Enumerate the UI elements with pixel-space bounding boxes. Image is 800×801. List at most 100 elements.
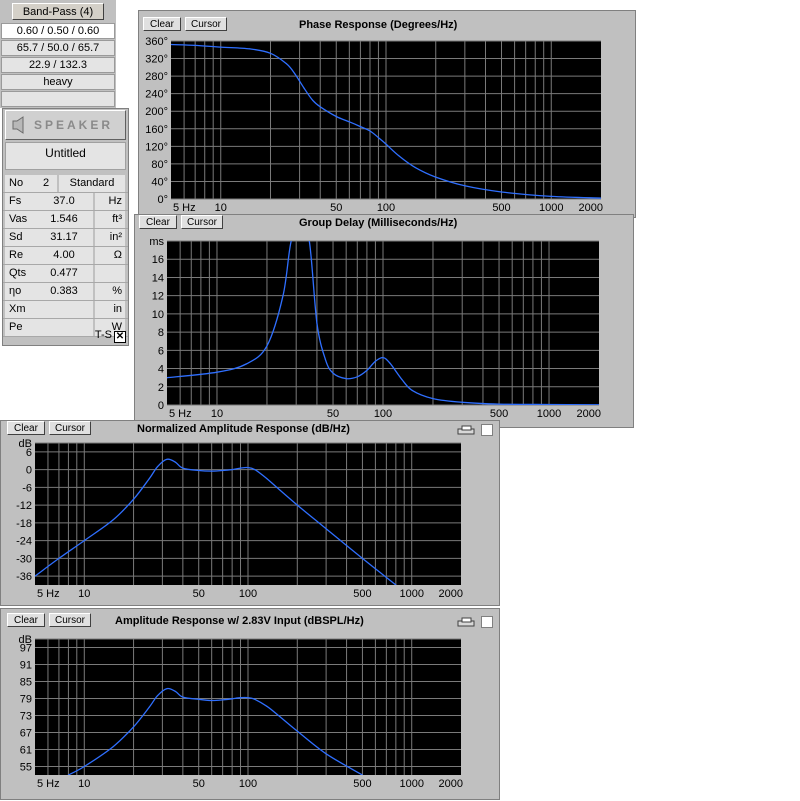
data-point (382, 357, 384, 359)
x-tick-label: 500 (490, 408, 508, 420)
y-tick-label: 61 (20, 745, 32, 757)
y-tick-label: -18 (16, 518, 32, 530)
y-tick-label: 85 (20, 677, 32, 689)
param-value-field[interactable]: 0.477 (35, 265, 93, 282)
y-tick-label: -24 (16, 536, 32, 548)
normalized-amplitude-chart[interactable]: dB60-6-12-18-24-30-365 Hz 10 50 100 500 1000 2… (1, 421, 501, 607)
y-tick-label: 4 (158, 364, 164, 376)
data-point (156, 466, 159, 468)
x-tick-label: 500 (492, 202, 510, 214)
group-delay-chart[interactable]: ms 16 14 12 10 8 6 4 2 0 5 Hz 10 50 100 500 1000 2000 (135, 215, 635, 429)
data-point (148, 477, 150, 480)
param-label: Re (5, 247, 37, 264)
enclosure-empty-row (1, 91, 115, 107)
param-value-field[interactable]: 1.546 (35, 211, 93, 228)
data-point (282, 295, 284, 297)
param-unit[interactable]: Ω (95, 247, 125, 264)
table-row: Re 4.00 Ω (3, 247, 128, 265)
data-point (296, 730, 298, 732)
y-tick-label: 10 (152, 309, 164, 321)
param-unit[interactable]: in² (95, 229, 125, 246)
speaker-name-field[interactable]: Untitled (5, 142, 126, 170)
param-unit[interactable] (95, 265, 125, 282)
param-value-field[interactable]: 0.383 (35, 283, 93, 300)
data-point (166, 688, 168, 690)
data-point (550, 195, 552, 197)
param-unit[interactable]: % (95, 283, 125, 300)
data-point (167, 377, 168, 379)
data-point (435, 176, 437, 178)
speaker-header[interactable]: SPEAKER (5, 110, 126, 140)
enclosure-tuning-row[interactable]: 65.7 / 50.0 / 65.7 (1, 40, 115, 56)
data-point (83, 765, 85, 768)
y-tick-label: 280° (145, 71, 168, 83)
data-point (254, 469, 256, 471)
data-point (348, 121, 350, 123)
y-tick-label: 73 (20, 711, 32, 723)
data-point (498, 403, 500, 405)
driver-count-value[interactable]: 2 (35, 175, 57, 192)
y-tick-label: 160° (145, 124, 168, 136)
data-point (294, 72, 296, 75)
enclosure-damping-row[interactable]: heavy (1, 74, 115, 90)
y-tick-label: 2 (158, 382, 164, 394)
data-point (276, 713, 278, 715)
data-point (182, 467, 184, 469)
param-unit[interactable]: ft³ (95, 211, 125, 228)
x-tick-label: 10 (211, 408, 223, 420)
phase-chart[interactable]: 360° 320° 280° 240° 200° 160° 120° 80° 40° 0° 5 Hz… (139, 11, 637, 219)
y-tick-label: 6 (158, 345, 164, 357)
data-point (269, 52, 272, 54)
driver-mode-select[interactable]: Standard (59, 175, 125, 192)
data-point (345, 378, 347, 380)
enclosure-type-button[interactable]: Band-Pass (4) (12, 3, 104, 20)
ts-parameter-table: No 2 Standard Fs 37.0 Hz Vas 1.546 ft³ Sd 31.17… (3, 175, 128, 337)
x-tick-label: 5 Hz (173, 202, 196, 214)
data-point (220, 46, 222, 48)
data-point (222, 699, 224, 701)
y-tick-label: 8 (158, 327, 164, 339)
enclosure-port-row[interactable]: 22.9 / 132.3 (1, 57, 115, 73)
x-tick-label: 10 (78, 588, 90, 600)
data-point (35, 575, 36, 577)
y-tick-label: 360° (145, 36, 168, 48)
table-row: Vas 1.546 ft³ (3, 211, 128, 229)
param-unit[interactable]: in (95, 301, 125, 318)
data-point (312, 99, 314, 101)
data-point (239, 697, 242, 699)
param-value-field[interactable]: 37.0 (35, 193, 93, 210)
y-tick-label: 14 (152, 272, 164, 284)
enclosure-volumes-row[interactable]: 0.60 / 0.50 / 0.60 (1, 23, 115, 39)
speaker-header-label: SPEAKER (34, 118, 114, 132)
param-value-field[interactable]: 31.17 (35, 229, 93, 246)
ts-checkbox[interactable]: ✕ (114, 331, 126, 343)
param-unit[interactable]: Hz (95, 193, 125, 210)
x-tick-label: 2000 (439, 778, 463, 790)
ts-toggle[interactable]: T-S ✕ (5, 329, 126, 343)
param-label: Vas (5, 211, 37, 228)
param-value-field[interactable] (35, 301, 93, 318)
speaker-panel: SPEAKER Untitled No 2 Standard Fs 37.0 Hz V… (2, 108, 129, 346)
data-point (359, 126, 361, 128)
x-tick-label: 2000 (439, 588, 463, 600)
data-point (231, 469, 233, 471)
param-value-field[interactable]: 4.00 (35, 247, 93, 264)
x-tick-label: 1000 (399, 588, 423, 600)
data-point (112, 519, 114, 521)
data-point (211, 699, 213, 702)
x-tick-label: 2000 (579, 202, 603, 214)
data-point (231, 698, 233, 700)
y-tick-label: 80° (151, 159, 168, 171)
data-point (174, 461, 176, 463)
data-point (156, 695, 159, 697)
y-tick-label: 16 (152, 254, 164, 266)
data-point (325, 753, 327, 755)
x-tick-label: 100 (377, 202, 395, 214)
data-point (411, 389, 413, 391)
spl-amplitude-chart[interactable]: dB97918579736761555 Hz 10 50 100 500 1000 2000 (1, 609, 501, 801)
data-point (276, 486, 278, 488)
x-tick-label: 1000 (537, 408, 561, 420)
data-point (374, 360, 376, 362)
data-point (319, 106, 321, 108)
data-point (548, 403, 550, 405)
